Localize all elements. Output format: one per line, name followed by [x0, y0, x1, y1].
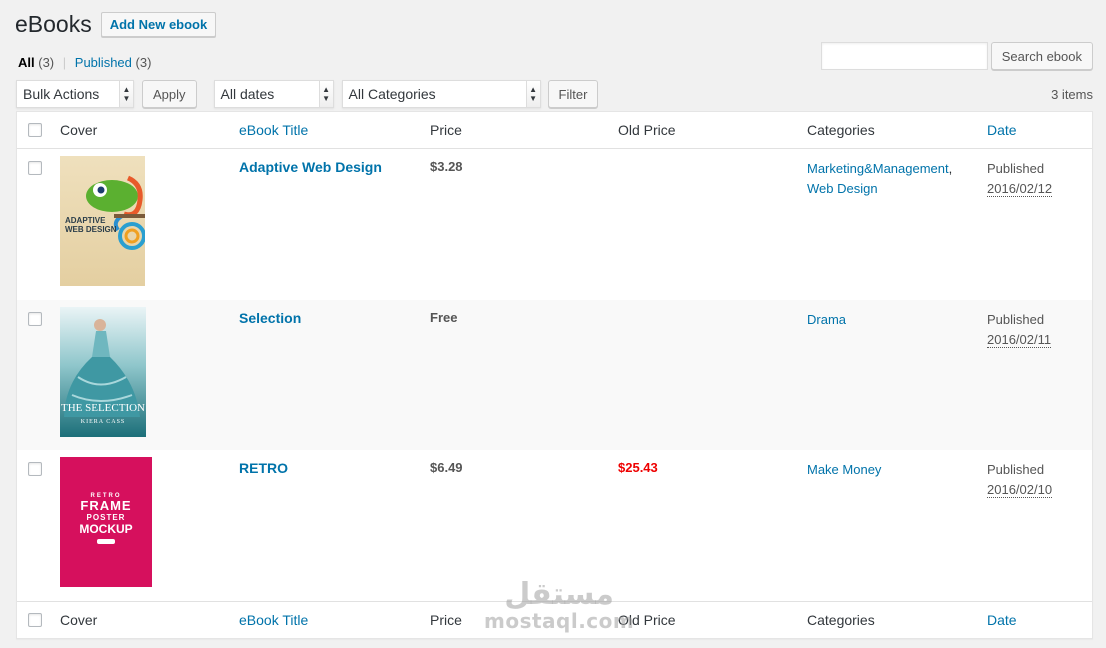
- category-link[interactable]: Drama: [807, 312, 846, 327]
- dropdown-arrow-icon: ▲ ▼: [525, 81, 540, 107]
- select-all-checkbox[interactable]: [28, 123, 42, 137]
- column-categories: Categories: [807, 122, 875, 138]
- category-link[interactable]: Web Design: [807, 181, 878, 196]
- ebook-cover-image[interactable]: RETRO FRAME POSTER MOCKUP: [60, 457, 152, 587]
- column-cover: Cover: [60, 122, 98, 138]
- ebook-price: Free: [430, 309, 458, 325]
- search-input[interactable]: [820, 42, 988, 70]
- watermark: مستقل mostaql.com: [484, 577, 635, 633]
- ebook-date-value: 2016/02/10: [987, 482, 1053, 498]
- cover-title-line: POSTER: [86, 513, 126, 522]
- column-date-sort[interactable]: Date: [987, 612, 1092, 628]
- ebook-categories: Make Money: [807, 457, 987, 480]
- ebook-title-link[interactable]: Selection: [239, 307, 430, 326]
- filter-all-link[interactable]: All: [18, 55, 35, 70]
- column-old-price: Old Price: [618, 611, 676, 628]
- items-count: 3 items: [1051, 86, 1093, 102]
- page-header: eBooks Add New ebook: [15, 10, 217, 39]
- category-link[interactable]: Make Money: [807, 462, 881, 477]
- table-row: THE SELECTION KIERA CASS Selection Free …: [17, 299, 1092, 450]
- apply-button[interactable]: Apply: [142, 80, 197, 108]
- status-filter-links: All (3) | Published (3): [18, 55, 151, 70]
- cover-badge: [97, 539, 115, 544]
- ebook-old-price: [618, 307, 807, 310]
- ebook-cover-image[interactable]: ADAPTIVE WEB DESIGN: [60, 156, 145, 286]
- filter-published-link[interactable]: Published: [75, 55, 132, 70]
- ebook-title-link[interactable]: Adaptive Web Design: [239, 156, 430, 175]
- add-new-ebook-button[interactable]: Add New ebook: [100, 12, 217, 37]
- ebook-status: Published: [987, 161, 1045, 176]
- page-title: eBooks: [15, 11, 92, 37]
- row-checkbox[interactable]: [28, 462, 42, 476]
- categories-value: All Categories: [348, 86, 436, 102]
- categories-select[interactable]: All Categories ▲ ▼: [341, 80, 541, 108]
- watermark-latin: mostaql.com: [484, 609, 635, 633]
- cover-title-line: MOCKUP: [79, 522, 133, 536]
- column-price: Price: [430, 122, 462, 138]
- row-checkbox[interactable]: [28, 311, 42, 326]
- ebook-status: Published: [987, 462, 1045, 477]
- column-title-sort[interactable]: eBook Title: [239, 612, 430, 628]
- ebook-date: Published 2016/02/11: [987, 307, 1092, 350]
- table-row: ADAPTIVE WEB DESIGN Adaptive Web Design …: [17, 149, 1092, 300]
- column-categories: Categories: [807, 611, 875, 628]
- column-title-sort[interactable]: eBook Title: [239, 122, 430, 138]
- cover-title-line: WEB DESIGN: [65, 225, 117, 234]
- column-cover: Cover: [60, 611, 98, 628]
- ebook-categories: Marketing&Management, Web Design: [807, 161, 953, 196]
- ebook-status: Published: [987, 311, 1045, 327]
- bulk-actions-select[interactable]: Bulk Actions ▲ ▼: [16, 80, 134, 108]
- ebook-price: $3.28: [430, 159, 463, 174]
- ebook-date: Published 2016/02/10: [987, 457, 1092, 500]
- filter-all-count: (3): [38, 55, 55, 70]
- search-box: Search ebook: [820, 42, 1093, 70]
- column-old-price: Old Price: [618, 122, 676, 138]
- ebook-old-price: $25.43: [618, 460, 658, 475]
- table-header: Cover eBook Title Price Old Price Catego…: [17, 112, 1092, 149]
- ebook-cover-image[interactable]: THE SELECTION KIERA CASS: [60, 306, 146, 437]
- tablenav-top: Bulk Actions ▲ ▼ Apply All dates ▲ ▼ All C…: [16, 80, 1093, 108]
- dropdown-arrow-icon: ▲ ▼: [318, 81, 333, 107]
- filter-separator: |: [62, 55, 67, 70]
- ebook-date-value: 2016/02/11: [987, 331, 1052, 348]
- ebooks-table: Cover eBook Title Price Old Price Catego…: [16, 111, 1093, 639]
- cover-title-line: ADAPTIVE: [65, 216, 106, 225]
- cover-author-line: KIERA CASS: [80, 418, 126, 425]
- column-date-sort[interactable]: Date: [987, 122, 1092, 138]
- ebook-date: Published 2016/02/12: [987, 156, 1092, 199]
- bulk-actions-value: Bulk Actions: [23, 86, 100, 102]
- ebook-title-link[interactable]: RETRO: [239, 457, 430, 476]
- ebook-date-value: 2016/02/12: [987, 181, 1053, 197]
- cover-title-line: THE SELECTION: [60, 401, 145, 414]
- row-checkbox[interactable]: [28, 161, 42, 175]
- filter-published-count: (3): [135, 55, 152, 70]
- ebook-categories: Drama: [807, 307, 987, 330]
- dates-value: All dates: [220, 86, 275, 102]
- category-link[interactable]: Marketing&Management: [807, 161, 949, 176]
- search-ebook-button[interactable]: Search ebook: [990, 42, 1093, 70]
- ebook-price: $6.49: [430, 460, 463, 475]
- filter-button[interactable]: Filter: [547, 80, 599, 108]
- dropdown-arrow-icon: ▲ ▼: [119, 81, 133, 107]
- dates-select[interactable]: All dates ▲ ▼: [213, 80, 334, 108]
- select-all-checkbox-footer[interactable]: [28, 612, 42, 627]
- watermark-arabic: مستقل: [504, 577, 614, 612]
- cover-title-line: FRAME: [80, 498, 132, 513]
- ebook-old-price: [618, 156, 807, 159]
